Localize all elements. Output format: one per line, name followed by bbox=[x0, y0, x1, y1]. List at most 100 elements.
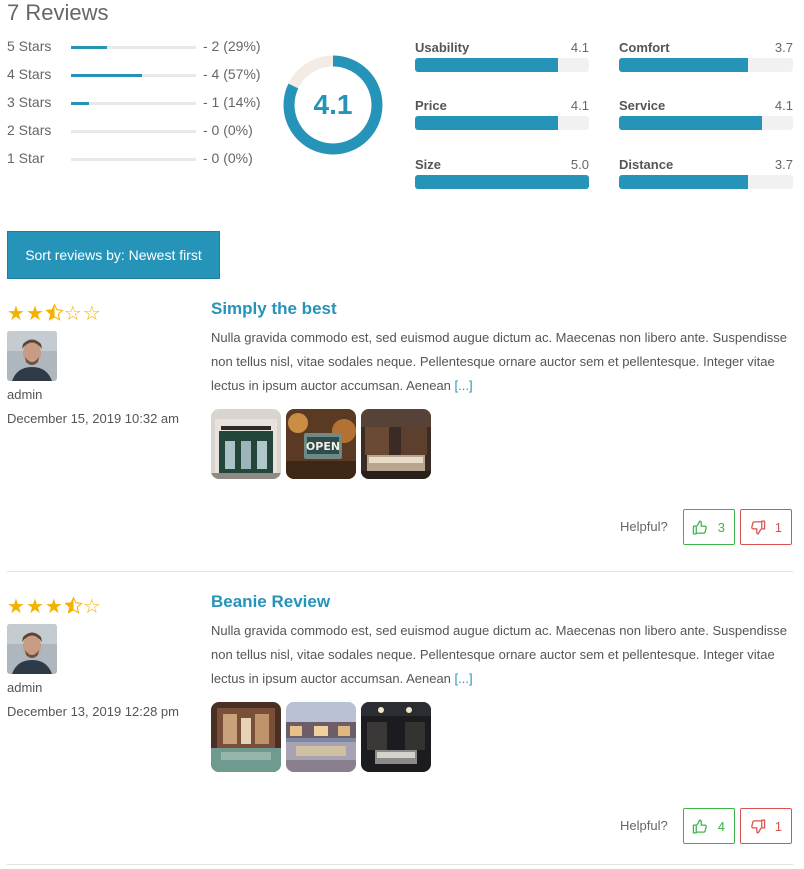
distribution-row: 1 Star - 0 (0%) bbox=[7, 150, 277, 178]
distribution-count: - 1 (14%) bbox=[203, 94, 261, 110]
average-rating-value: 4.1 bbox=[313, 89, 353, 120]
review-date: December 13, 2019 12:28 pm bbox=[7, 704, 179, 719]
review-photo-thumbnail[interactable] bbox=[361, 702, 431, 772]
thumbs-down-icon bbox=[751, 520, 766, 535]
star-full-icon: ★ bbox=[7, 596, 26, 618]
star-full-icon: ★ bbox=[7, 303, 26, 325]
criterion-fill bbox=[619, 175, 748, 189]
star-full-icon: ★ bbox=[44, 596, 64, 618]
criterion-name: Price bbox=[415, 98, 447, 113]
distribution-label: 2 Stars bbox=[7, 122, 52, 138]
criterion-track bbox=[415, 116, 589, 130]
criterion-value: 3.7 bbox=[774, 157, 793, 172]
criterion-name: Service bbox=[619, 98, 666, 113]
criterion-value: 3.7 bbox=[774, 40, 793, 55]
distribution-track bbox=[71, 74, 196, 77]
avatar[interactable] bbox=[7, 624, 57, 674]
star-half-icon bbox=[45, 303, 64, 325]
distribution-count: - 0 (0%) bbox=[203, 122, 253, 138]
thumbs-up-icon bbox=[692, 520, 707, 535]
criterion-value: 4.1 bbox=[570, 98, 589, 113]
helpful-label: Helpful? bbox=[620, 818, 668, 833]
distribution-row: 2 Stars - 0 (0%) bbox=[7, 122, 277, 150]
criterion-name: Size bbox=[415, 157, 442, 172]
star-full-icon: ★ bbox=[25, 303, 45, 325]
read-more-link[interactable]: [...] bbox=[455, 671, 473, 686]
criterion-fill bbox=[619, 116, 762, 130]
distribution-track bbox=[71, 46, 196, 49]
criterion-track bbox=[619, 116, 793, 130]
avatar[interactable] bbox=[7, 331, 57, 381]
sort-reviews-button[interactable]: Sort reviews by: Newest first bbox=[7, 231, 220, 279]
distribution-count: - 2 (29%) bbox=[203, 38, 261, 54]
review-photo-thumbnail[interactable]: OPEN bbox=[286, 409, 356, 479]
criterion-fill bbox=[619, 58, 748, 72]
criterion-fill bbox=[415, 58, 558, 72]
read-more-link[interactable]: [...] bbox=[455, 378, 473, 393]
criterion-track bbox=[619, 58, 793, 72]
criterion-track bbox=[415, 58, 589, 72]
criterion-fill bbox=[415, 116, 558, 130]
distribution-fill bbox=[71, 102, 89, 105]
reviews-count-title: 7 Reviews bbox=[7, 0, 109, 25]
review-star-rating: ★★ ☆☆ bbox=[7, 303, 102, 325]
distribution-track bbox=[71, 130, 196, 133]
star-half-icon bbox=[64, 596, 83, 618]
star-empty-icon: ☆ bbox=[82, 596, 102, 618]
distribution-row: 5 Stars - 2 (29%) bbox=[7, 38, 277, 66]
review-body: Nulla gravida commodo est, sed euismod a… bbox=[211, 330, 787, 393]
review-author: admin bbox=[7, 387, 43, 402]
distribution-row: 4 Stars - 4 (57%) bbox=[7, 66, 277, 94]
distribution-label: 3 Stars bbox=[7, 94, 52, 110]
distribution-fill bbox=[71, 46, 108, 49]
svg-text:OPEN: OPEN bbox=[306, 440, 340, 453]
distribution-count: - 4 (57%) bbox=[203, 66, 261, 82]
criterion-value: 4.1 bbox=[774, 98, 793, 113]
criterion-name: Comfort bbox=[619, 40, 670, 55]
thumbs-up-icon bbox=[692, 819, 707, 834]
review-star-rating: ★★★ ☆ bbox=[7, 596, 102, 618]
review-photo-thumbnail[interactable] bbox=[211, 702, 281, 772]
distribution-track bbox=[71, 158, 196, 161]
average-rating-donut: 4.1 bbox=[283, 55, 383, 155]
review-text: Nulla gravida commodo est, sed euismod a… bbox=[211, 619, 791, 691]
review-date: December 15, 2019 10:32 am bbox=[7, 411, 179, 426]
review-divider bbox=[7, 571, 793, 572]
distribution-label: 1 Star bbox=[7, 150, 45, 166]
helpful-label: Helpful? bbox=[620, 519, 668, 534]
review-photo-thumbnail[interactable] bbox=[211, 409, 281, 479]
review-divider bbox=[7, 864, 793, 865]
helpful-yes-button[interactable]: 4 bbox=[683, 808, 735, 844]
criterion-track bbox=[415, 175, 589, 189]
review-photo-thumbnail[interactable] bbox=[286, 702, 356, 772]
review-title[interactable]: Beanie Review bbox=[211, 592, 330, 612]
distribution-track bbox=[71, 102, 196, 105]
review-author: admin bbox=[7, 680, 43, 695]
criterion-name: Distance bbox=[619, 157, 674, 172]
criterion-name: Usability bbox=[415, 40, 470, 55]
distribution-label: 4 Stars bbox=[7, 66, 52, 82]
review-body: Nulla gravida commodo est, sed euismod a… bbox=[211, 623, 787, 686]
rating-distribution: 5 Stars - 2 (29%) 4 Stars - 4 (57%) 3 St… bbox=[7, 38, 277, 178]
distribution-count: - 0 (0%) bbox=[203, 150, 253, 166]
thumbs-down-icon bbox=[751, 819, 766, 834]
criterion-value: 5.0 bbox=[570, 157, 589, 172]
distribution-fill bbox=[71, 74, 143, 77]
helpful-no-button[interactable]: 1 bbox=[740, 808, 792, 844]
criterion-track bbox=[619, 175, 793, 189]
distribution-label: 5 Stars bbox=[7, 38, 52, 54]
review-photo-thumbnail[interactable] bbox=[361, 409, 431, 479]
star-empty-icon: ☆ bbox=[63, 303, 83, 325]
helpful-yes-button[interactable]: 3 bbox=[683, 509, 735, 545]
helpful-no-count: 1 bbox=[774, 819, 782, 834]
criterion-value: 4.1 bbox=[570, 40, 589, 55]
helpful-no-count: 1 bbox=[774, 520, 782, 535]
helpful-yes-count: 4 bbox=[717, 819, 725, 834]
review-title[interactable]: Simply the best bbox=[211, 299, 337, 319]
criterion-fill bbox=[415, 175, 589, 189]
helpful-no-button[interactable]: 1 bbox=[740, 509, 792, 545]
distribution-row: 3 Stars - 1 (14%) bbox=[7, 94, 277, 122]
star-empty-icon: ☆ bbox=[82, 303, 102, 325]
helpful-yes-count: 3 bbox=[717, 520, 725, 535]
review-text: Nulla gravida commodo est, sed euismod a… bbox=[211, 326, 791, 398]
